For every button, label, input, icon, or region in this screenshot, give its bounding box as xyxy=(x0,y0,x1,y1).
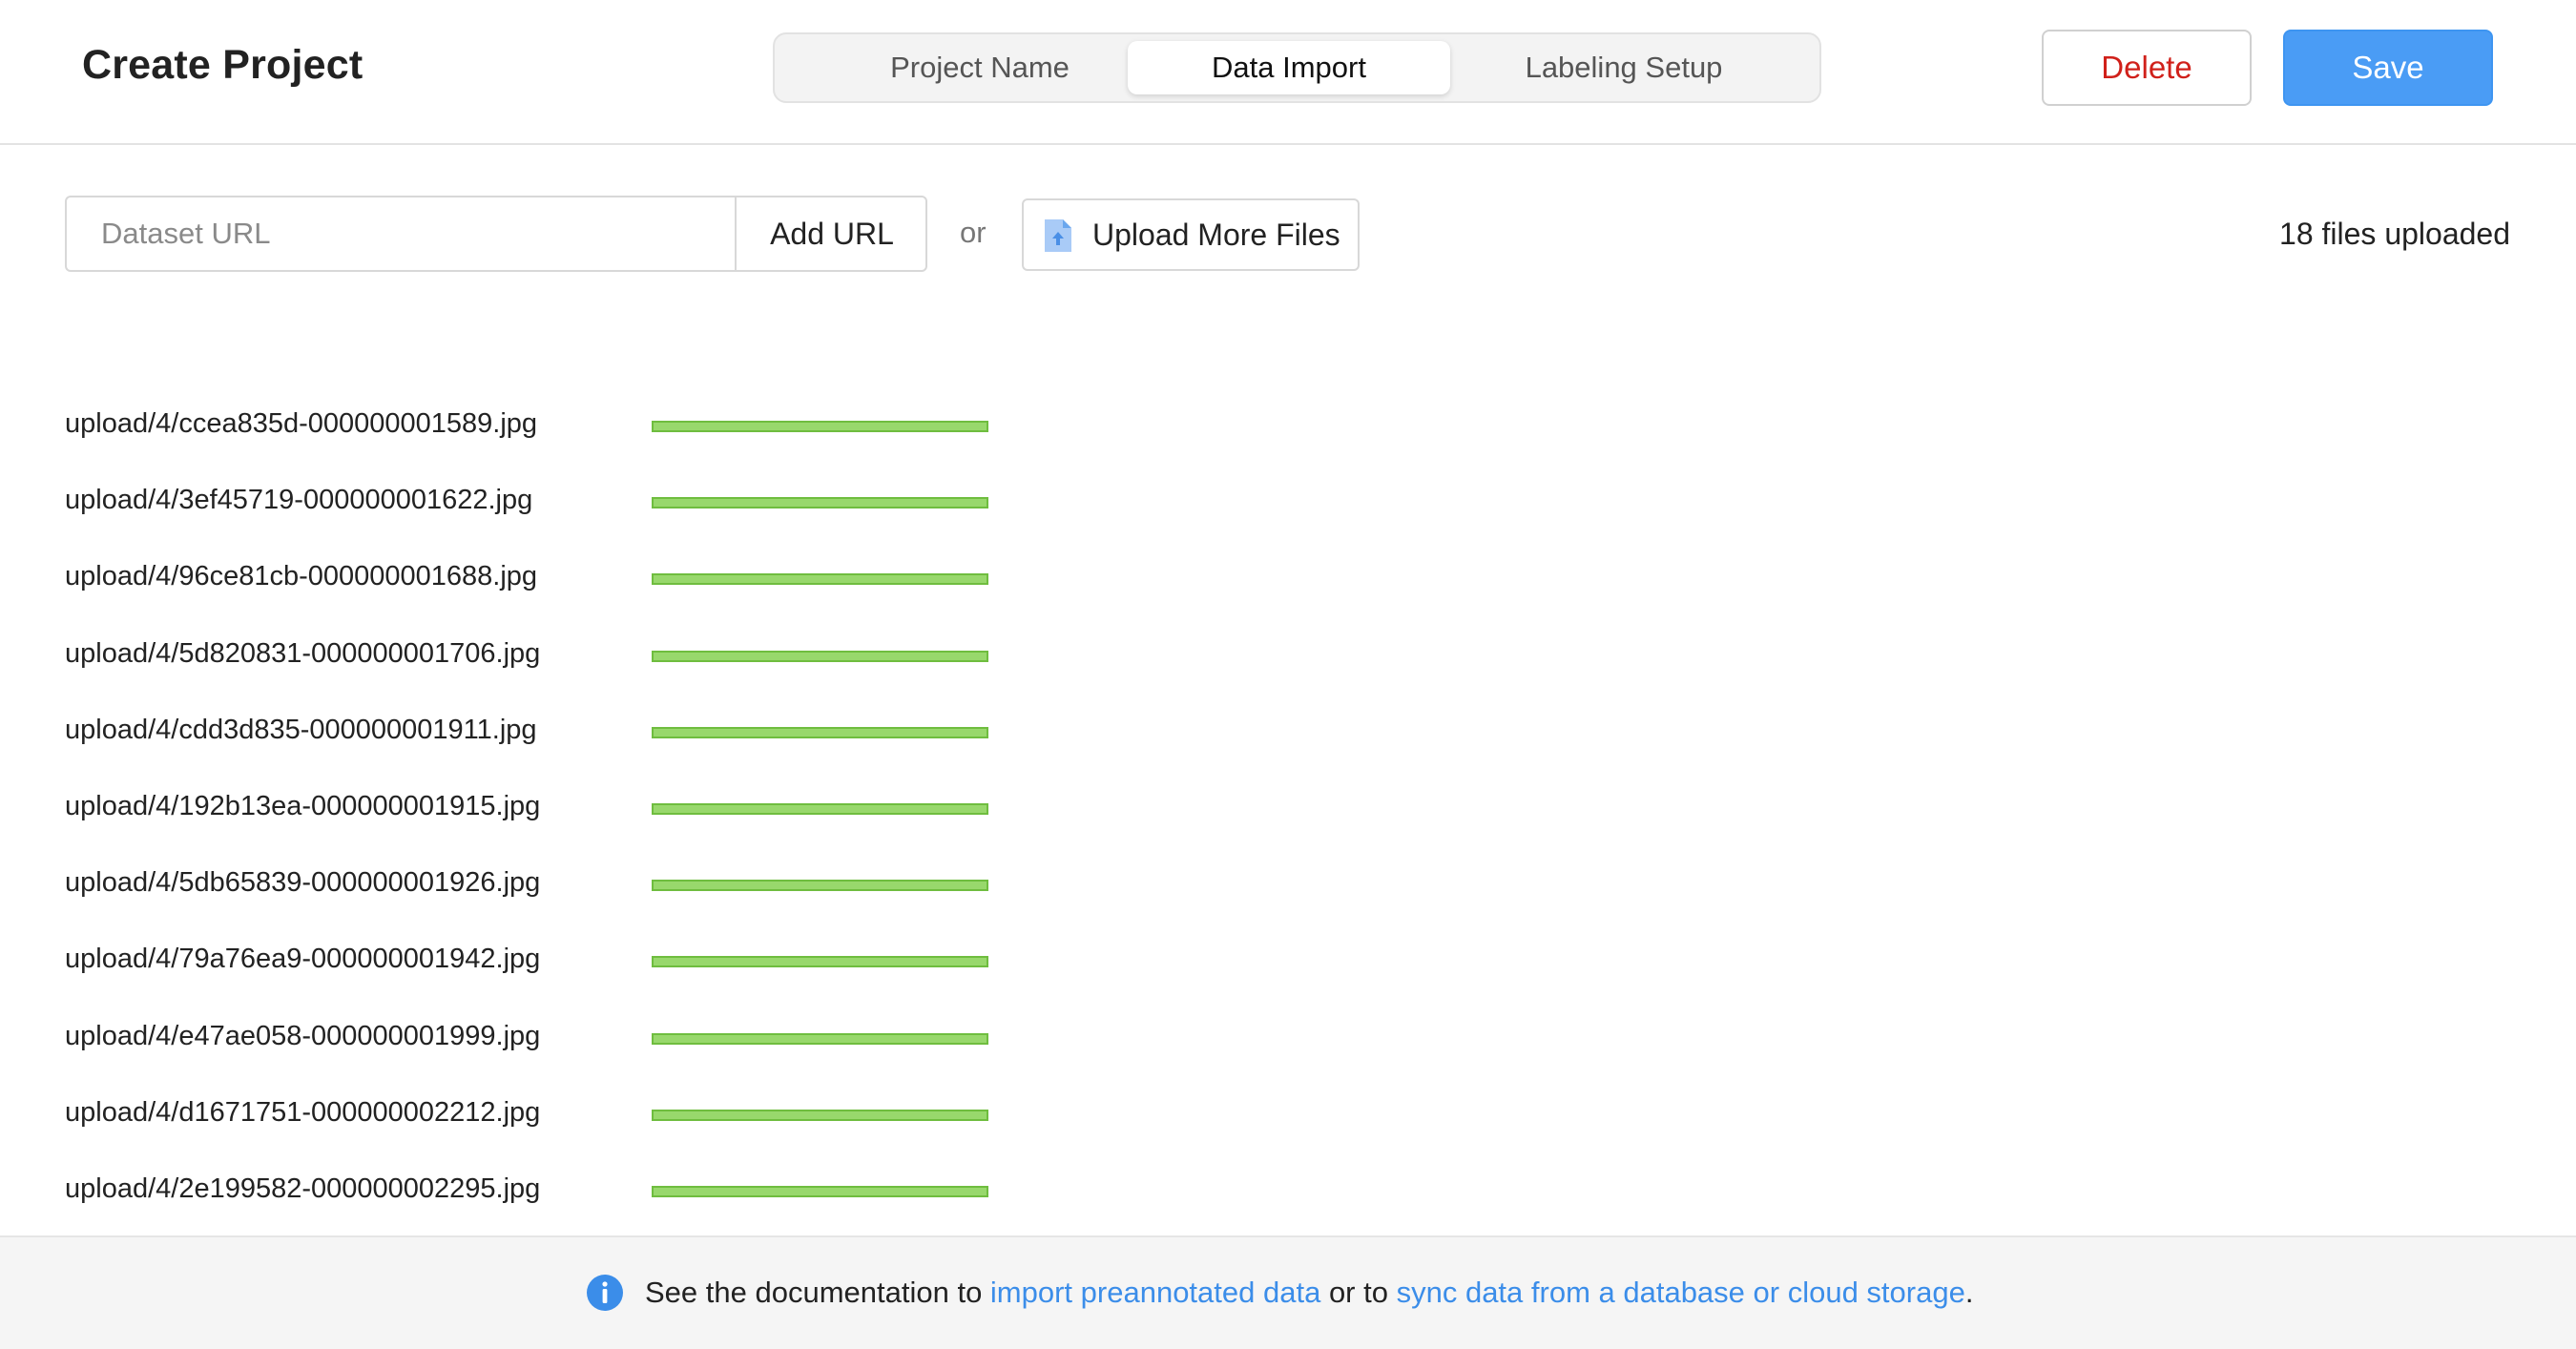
file-upload-icon xyxy=(1045,219,1071,252)
upload-more-files-button[interactable]: Upload More Files xyxy=(1022,198,1360,271)
file-name: upload/4/79a76ea9-000000001942.jpg xyxy=(65,944,541,975)
file-name: upload/4/2e199582-000000002295.jpg xyxy=(65,1173,541,1204)
list-item: upload/4/5d820831-000000001706.jpg xyxy=(65,623,1210,699)
upload-progress-bar xyxy=(652,1109,988,1121)
sync-data-link[interactable]: sync data from a database or cloud stora… xyxy=(1397,1276,1965,1309)
docs-text-prefix: See the documentation to xyxy=(645,1276,990,1309)
upload-progress-bar xyxy=(652,956,988,968)
tab-project-name[interactable]: Project Name xyxy=(841,41,1118,94)
step-tabs: Project Name Data Import Labeling Setup xyxy=(773,32,1821,103)
upload-progress-bar xyxy=(652,650,988,662)
list-item: upload/4/d1671751-000000002212.jpg xyxy=(65,1082,1210,1158)
list-item: upload/4/e47ae058-000000001999.jpg xyxy=(65,1006,1210,1082)
upload-progress-fill xyxy=(652,956,988,968)
file-name: upload/4/5db65839-000000001926.jpg xyxy=(65,867,541,899)
or-separator: or xyxy=(960,216,987,249)
upload-progress-fill xyxy=(652,726,988,738)
dataset-url-group: Add URL xyxy=(65,196,927,272)
delete-button[interactable]: Delete xyxy=(2042,30,2252,106)
docs-text-middle: or to xyxy=(1320,1276,1397,1309)
tab-data-import[interactable]: Data Import xyxy=(1128,41,1450,94)
list-item: upload/4/5db65839-000000001926.jpg xyxy=(65,852,1210,928)
upload-progress-fill xyxy=(652,1185,988,1197)
upload-progress-bar xyxy=(652,1185,988,1197)
upload-progress-bar xyxy=(652,497,988,509)
file-name: upload/4/d1671751-000000002212.jpg xyxy=(65,1096,541,1128)
upload-progress-bar xyxy=(652,421,988,432)
add-url-button[interactable]: Add URL xyxy=(735,197,927,270)
upload-progress-fill xyxy=(652,421,988,432)
list-item: upload/4/ccea835d-000000001589.jpg xyxy=(65,393,1210,469)
files-uploaded-count: 18 files uploaded xyxy=(2279,217,2510,251)
file-name: upload/4/ccea835d-000000001589.jpg xyxy=(65,408,538,439)
upload-progress-bar xyxy=(652,802,988,815)
save-button[interactable]: Save xyxy=(2283,30,2493,106)
uploaded-file-list: upload/4/ccea835d-000000001589.jpg uploa… xyxy=(65,393,1210,1235)
file-name: upload/4/5d820831-000000001706.jpg xyxy=(65,637,541,669)
upload-progress-fill xyxy=(652,802,988,815)
docs-footer: See the documentation to import preannot… xyxy=(0,1235,2576,1349)
file-name: upload/4/96ce81cb-000000001688.jpg xyxy=(65,561,538,592)
upload-progress-fill xyxy=(652,650,988,662)
file-name: upload/4/3ef45719-000000001622.jpg xyxy=(65,485,533,516)
upload-progress-bar xyxy=(652,726,988,738)
upload-progress-bar xyxy=(652,1032,988,1045)
page-title: Create Project xyxy=(82,42,364,88)
file-name: upload/4/192b13ea-000000001915.jpg xyxy=(65,790,541,821)
list-item: upload/4/192b13ea-000000001915.jpg xyxy=(65,776,1210,852)
upload-progress-fill xyxy=(652,573,988,586)
page-header: Create Project Project Name Data Import … xyxy=(0,0,2576,145)
upload-progress-fill xyxy=(652,880,988,892)
upload-progress-fill xyxy=(652,1032,988,1045)
file-name: upload/4/e47ae058-000000001999.jpg xyxy=(65,1020,541,1051)
docs-hint: See the documentation to import preannot… xyxy=(586,1274,1973,1312)
upload-more-files-label: Upload More Files xyxy=(1092,218,1340,252)
tab-labeling-setup[interactable]: Labeling Setup xyxy=(1462,41,1786,94)
list-item: upload/4/96ce81cb-000000001688.jpg xyxy=(65,546,1210,622)
docs-text-suffix: . xyxy=(1964,1276,1974,1309)
list-item: upload/4/2e199582-000000002295.jpg xyxy=(65,1158,1210,1235)
dataset-url-input[interactable] xyxy=(67,197,735,270)
upload-progress-bar xyxy=(652,573,988,586)
list-item: upload/4/cdd3d835-000000001911.jpg xyxy=(65,699,1210,776)
docs-hint-text: See the documentation to import preannot… xyxy=(645,1276,1973,1310)
info-icon xyxy=(587,1275,623,1311)
upload-progress-fill xyxy=(652,1109,988,1121)
file-name: upload/4/cdd3d835-000000001911.jpg xyxy=(65,714,537,745)
list-item: upload/4/79a76ea9-000000001942.jpg xyxy=(65,928,1210,1005)
list-item: upload/4/3ef45719-000000001622.jpg xyxy=(65,469,1210,546)
upload-progress-fill xyxy=(652,497,988,509)
import-preannotated-link[interactable]: import preannotated data xyxy=(990,1276,1320,1309)
upload-progress-bar xyxy=(652,880,988,892)
